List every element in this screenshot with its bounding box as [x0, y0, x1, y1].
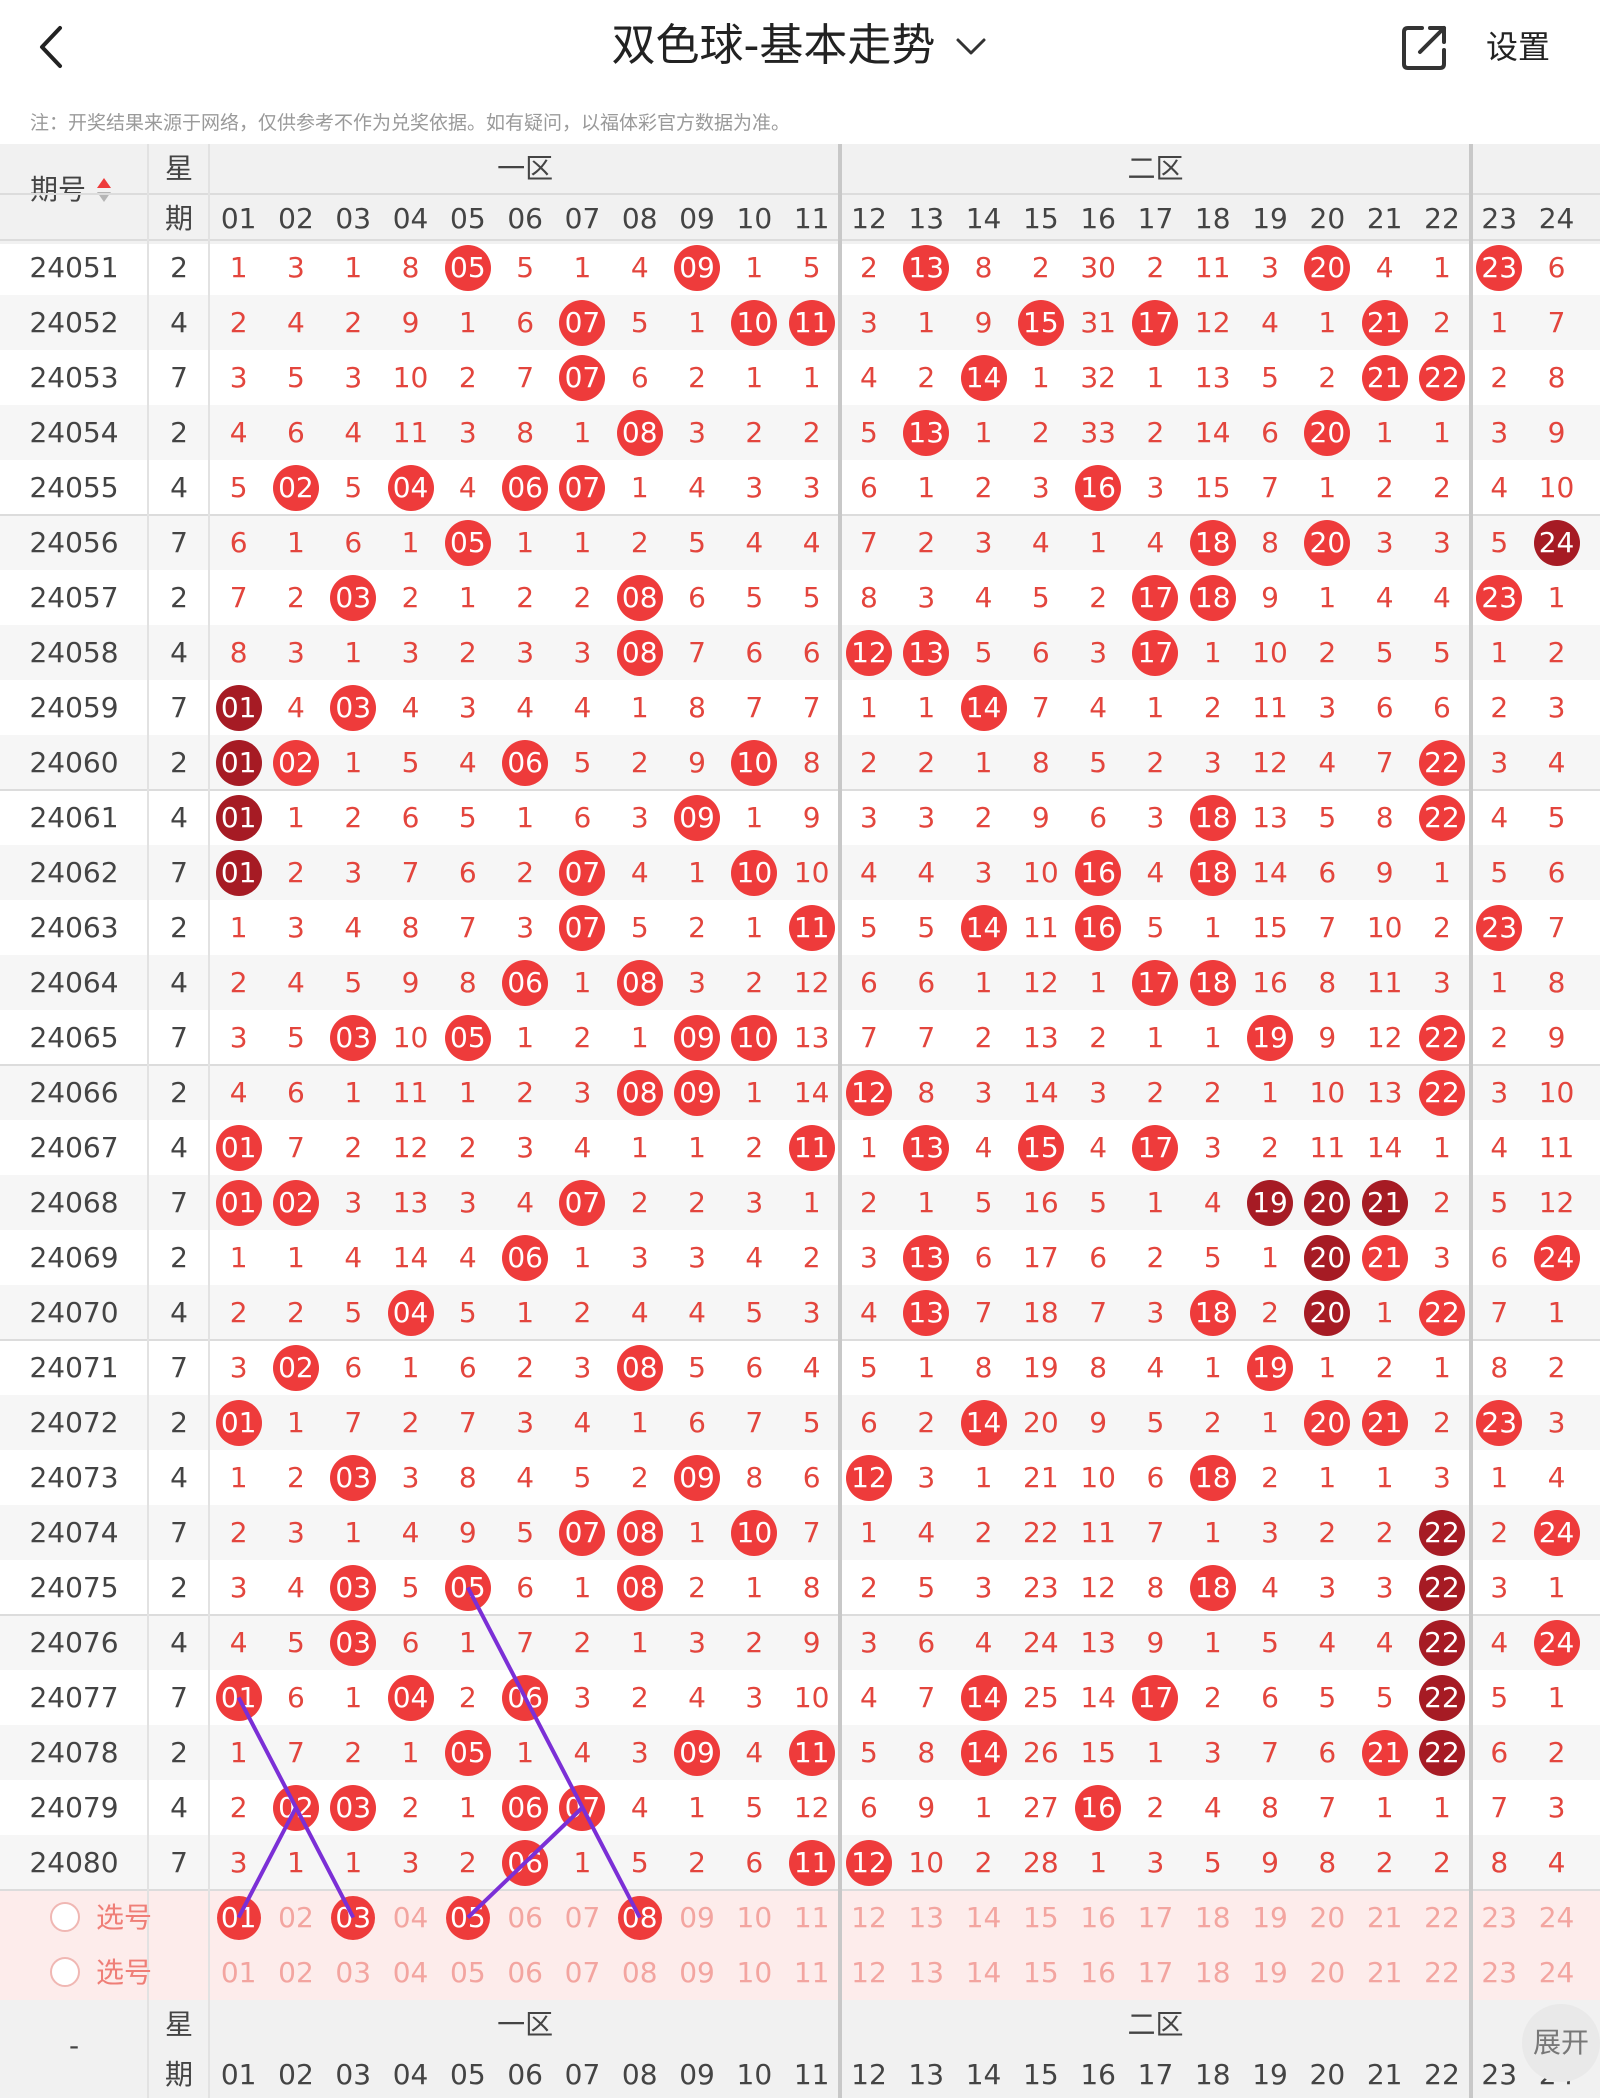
top-bar: 双色球-基本走势 设置	[0, 0, 1600, 96]
expand-button[interactable]: 展开	[1522, 2004, 1600, 2082]
chevron-down-icon	[956, 38, 986, 55]
share-icon[interactable]	[1398, 22, 1450, 74]
settings-button[interactable]: 设置	[1486, 22, 1550, 72]
trend-lines	[236, 1586, 642, 1919]
disclaimer-notice: 注：开奖结果来源于网络，仅供参考不作为兑奖依据。如有疑问，以福体彩官方数据为准。	[30, 112, 791, 134]
trend-line-segment	[466, 1586, 642, 1919]
page-title: 双色球-基本走势	[611, 20, 936, 71]
trend-table: 期号星期一区 二区 01 02 03 04 05 06 07 08 09 10 11 12 13 14 15 16…	[0, 140, 1600, 2098]
trend-line-segment	[236, 1806, 298, 1919]
title-dropdown[interactable]: 双色球-基本走势	[0, 16, 1600, 76]
trend-line-segment	[466, 1806, 584, 1919]
